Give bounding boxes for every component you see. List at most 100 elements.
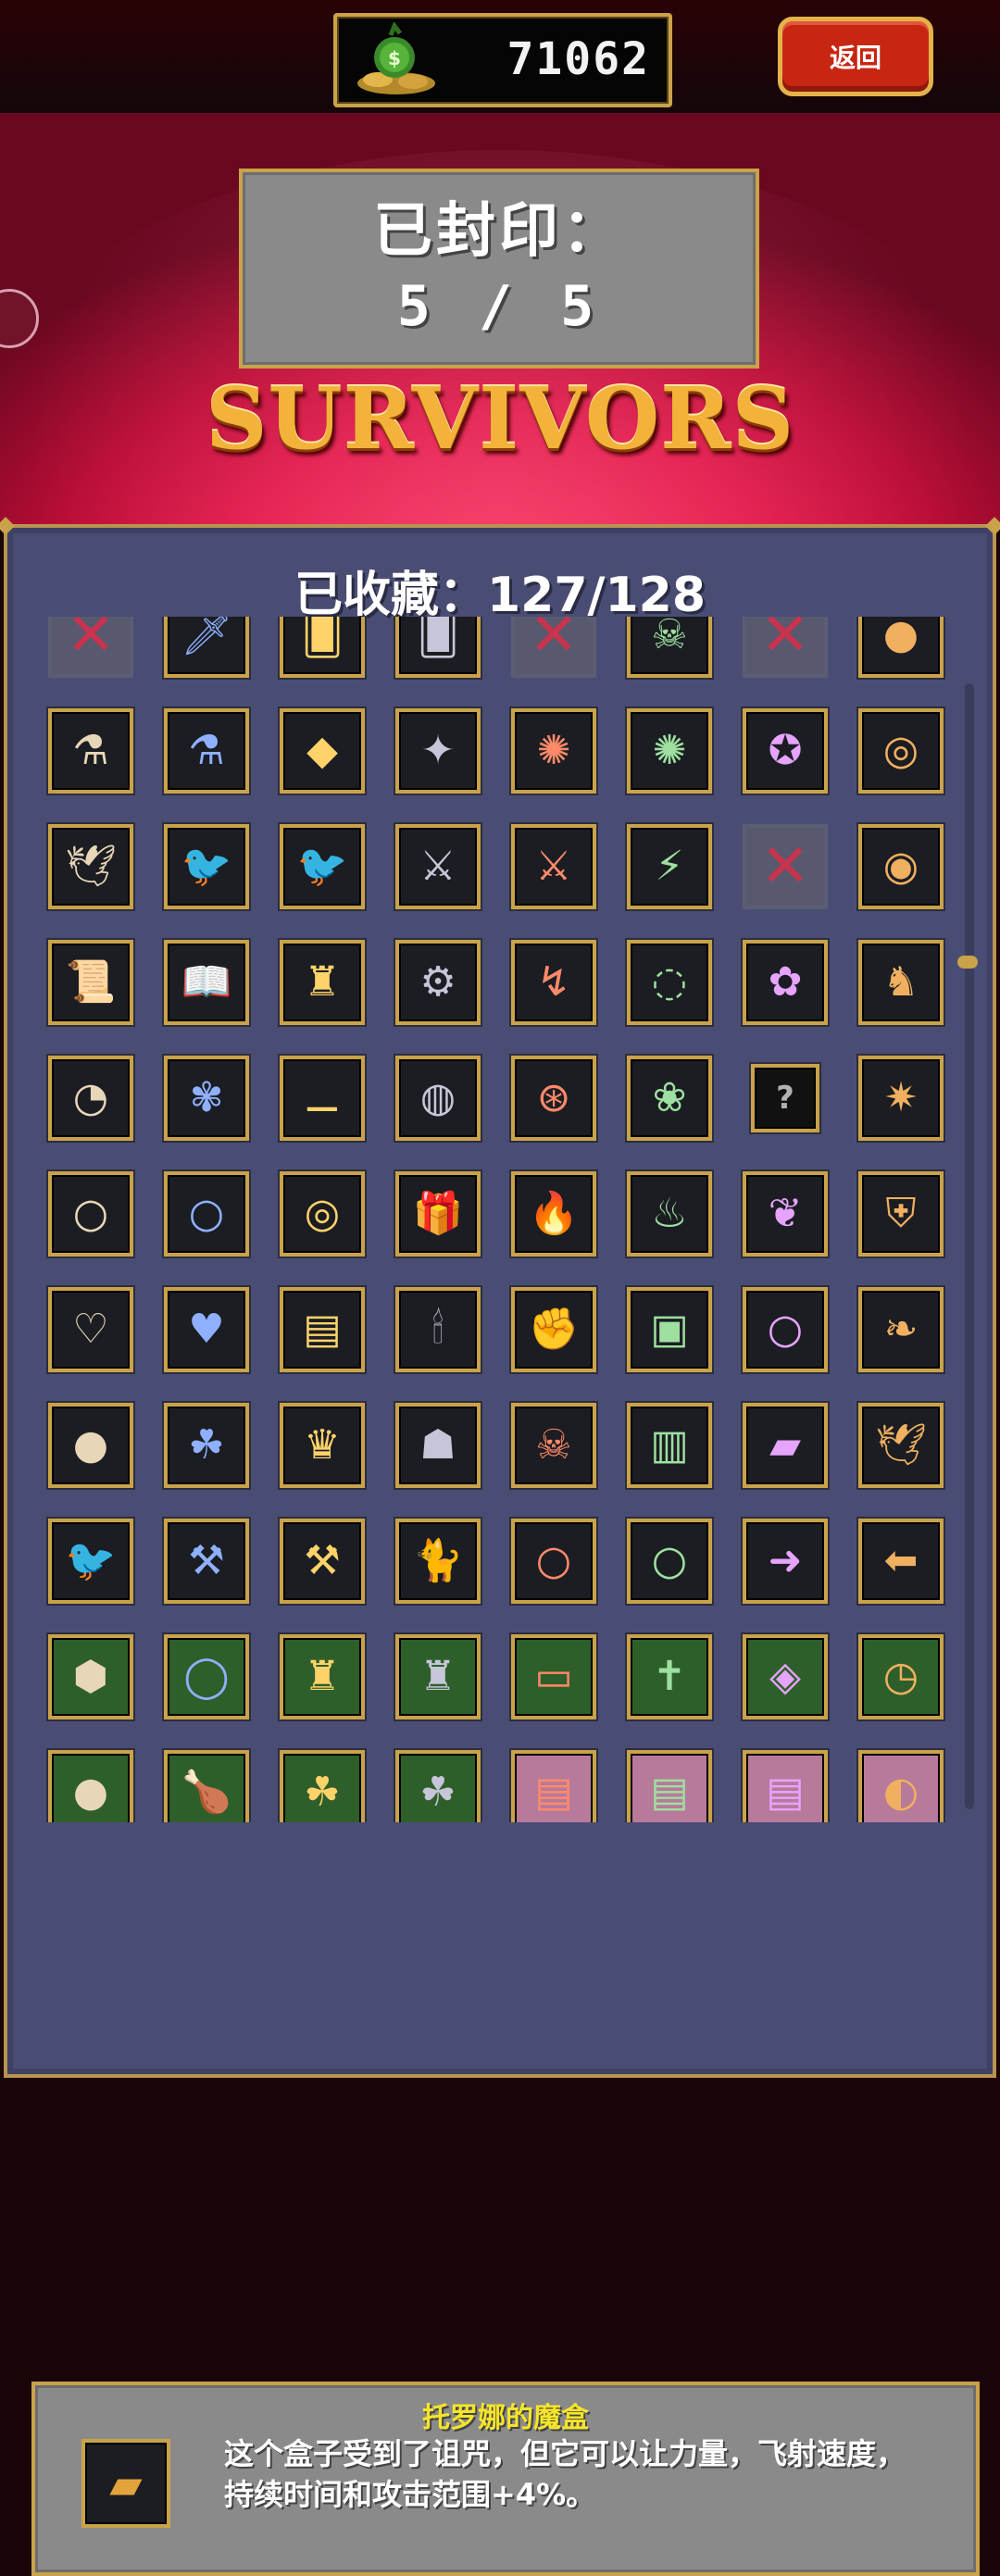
item-slot[interactable]: 🍗 xyxy=(164,1750,249,1822)
item-slot[interactable]: 🂠 xyxy=(280,617,365,678)
item-slot[interactable]: ◔ xyxy=(48,1056,133,1141)
item-slot[interactable]: 📜 xyxy=(48,940,133,1025)
item-slot[interactable]: ◉ xyxy=(858,824,944,909)
item-slot[interactable]: 🔥 xyxy=(511,1171,596,1257)
item-slot[interactable]: ◆ xyxy=(280,708,365,794)
item-slot[interactable]: ⚗ xyxy=(164,708,249,794)
item-slot[interactable]: 🐈 xyxy=(395,1519,481,1604)
item-slot[interactable]: ☠ xyxy=(511,1403,596,1488)
item-slot[interactable]: ⚗ xyxy=(48,708,133,794)
item-slot[interactable]: ☗ xyxy=(395,1403,481,1488)
item-slot[interactable]: ✕ xyxy=(511,617,596,678)
item-slot[interactable]: ✕ xyxy=(48,617,133,678)
item-slot[interactable]: ☠ xyxy=(627,617,712,678)
item-slot[interactable]: ✕ xyxy=(743,824,828,909)
item-slot[interactable]: ✪ xyxy=(743,708,828,794)
item-slot[interactable]: 🎁 xyxy=(395,1171,481,1257)
item-slot[interactable]: ♡ xyxy=(48,1287,133,1372)
item-slot[interactable]: ◯ xyxy=(164,1634,249,1719)
item-slot[interactable]: 🐦 xyxy=(164,824,249,909)
dark-robe-icon: ♜ xyxy=(304,958,341,1006)
item-slot[interactable]: 🕯 xyxy=(395,1287,481,1372)
item-slot[interactable]: 🂠 xyxy=(395,617,481,678)
item-slot[interactable]: ✺ xyxy=(627,708,712,794)
back-button[interactable]: 返回 xyxy=(778,17,933,96)
item-slot[interactable]: ⊛ xyxy=(511,1056,596,1141)
item-slot[interactable]: ◍ xyxy=(395,1056,481,1141)
item-slot[interactable]: ✦ xyxy=(395,708,481,794)
grey-ring-icon: ○ xyxy=(535,1537,572,1584)
item-slot[interactable]: ❀ xyxy=(627,1056,712,1141)
item-slot[interactable]: ❦ xyxy=(743,1171,828,1257)
item-slot[interactable]: ⚊ xyxy=(280,1056,365,1141)
item-slot[interactable]: ● xyxy=(48,1750,133,1822)
item-slot[interactable]: ♛ xyxy=(280,1403,365,1488)
item-slot[interactable]: ◎ xyxy=(858,708,944,794)
grid-scrollbar[interactable] xyxy=(965,683,974,1809)
item-slot[interactable]: ◈ xyxy=(743,1634,828,1719)
item-slot[interactable]: ▤ xyxy=(280,1287,365,1372)
game-logo: SURVIVORS xyxy=(205,369,795,469)
orbit-icon: ✺ xyxy=(536,727,571,774)
item-slot[interactable]: ⚒ xyxy=(164,1519,249,1604)
scrollbar-thumb[interactable] xyxy=(957,956,978,969)
item-slot[interactable]: ⚙ xyxy=(395,940,481,1025)
item-slot[interactable]: ○ xyxy=(164,1171,249,1257)
item-slot[interactable]: ⚡ xyxy=(627,824,712,909)
item-slot[interactable]: ◐ xyxy=(858,1750,944,1822)
item-slot[interactable]: ● xyxy=(48,1403,133,1488)
item-slot[interactable]: 🕊 xyxy=(48,824,133,909)
item-slot[interactable]: ♨ xyxy=(627,1171,712,1257)
item-slot[interactable]: ♥ xyxy=(164,1287,249,1372)
item-slot[interactable]: ✺ xyxy=(511,708,596,794)
item-slot[interactable]: ♜ xyxy=(280,1634,365,1719)
item-slot[interactable]: ❧ xyxy=(858,1287,944,1372)
item-slot[interactable]: ⛨ xyxy=(858,1171,944,1257)
item-slot[interactable]: ✊ xyxy=(511,1287,596,1372)
item-slot[interactable]: 🐦 xyxy=(280,824,365,909)
red-axe-icon: ⚒ xyxy=(188,1537,225,1584)
item-slot[interactable]: ♞ xyxy=(858,940,944,1025)
item-slot[interactable]: ⬅ xyxy=(858,1519,944,1604)
item-slot[interactable]: ✾ xyxy=(164,1056,249,1141)
item-slot[interactable]: ○ xyxy=(627,1519,712,1604)
item-slot[interactable]: ○ xyxy=(743,1287,828,1372)
collection-panel: 已收藏：127/128 ✕ 🗡 🂠 🂠 ✕ ☠ ✕ ● ⚗ ⚗ ◆ ✦ ✺ ✺ ✪ ◎ 🕊 🐦 🐦 ⚔ ⚔ ⚡ ✕ ◉ 📜 📖 ♜ ⚙… xyxy=(0,517,1000,2576)
item-slot[interactable]: 🗡 xyxy=(164,617,249,678)
item-slot[interactable]: 📖 xyxy=(164,940,249,1025)
item-slot[interactable]: ▤ xyxy=(511,1750,596,1822)
item-slot[interactable]: ▤ xyxy=(627,1750,712,1822)
item-slot[interactable]: ☘ xyxy=(395,1750,481,1822)
side-menu-handle[interactable] xyxy=(0,289,39,348)
item-slot[interactable]: ♜ xyxy=(280,940,365,1025)
item-slot[interactable]: ● xyxy=(858,617,944,678)
item-slot[interactable]: ? xyxy=(751,1064,819,1132)
item-slot[interactable]: ▤ xyxy=(743,1750,828,1822)
item-slot[interactable]: ▣ xyxy=(627,1287,712,1372)
item-slot[interactable]: ➜ xyxy=(743,1519,828,1604)
item-slot[interactable]: ✕ xyxy=(743,617,828,678)
item-slot[interactable]: ✿ xyxy=(743,940,828,1025)
item-slot[interactable]: ✷ xyxy=(858,1056,944,1141)
item-slot[interactable]: ⚔ xyxy=(511,824,596,909)
item-slot[interactable]: ▰ xyxy=(743,1403,828,1488)
item-slot[interactable]: ✝ xyxy=(627,1634,712,1719)
item-slot[interactable]: ⬢ xyxy=(48,1634,133,1719)
item-slot[interactable]: ◌ xyxy=(627,940,712,1025)
item-slot[interactable]: ◷ xyxy=(858,1634,944,1719)
red-arrow-left-icon: ⬅ xyxy=(883,1537,919,1584)
item-slot[interactable]: ○ xyxy=(511,1519,596,1604)
item-slot[interactable]: 🐦 xyxy=(48,1519,133,1604)
item-slot[interactable]: ☘ xyxy=(280,1750,365,1822)
item-slot[interactable]: ▥ xyxy=(627,1403,712,1488)
item-slot[interactable]: 🕊 xyxy=(858,1403,944,1488)
item-slot[interactable]: ⚔ xyxy=(395,824,481,909)
flowers-icon: ❀ xyxy=(652,1074,687,1121)
item-slot[interactable]: ↯ xyxy=(511,940,596,1025)
item-slot[interactable]: ⚒ xyxy=(280,1519,365,1604)
item-slot[interactable]: ♜ xyxy=(395,1634,481,1719)
item-slot[interactable]: ☘ xyxy=(164,1403,249,1488)
item-slot[interactable]: ◎ xyxy=(280,1171,365,1257)
item-slot[interactable]: ○ xyxy=(48,1171,133,1257)
item-slot[interactable]: ▭ xyxy=(511,1634,596,1719)
